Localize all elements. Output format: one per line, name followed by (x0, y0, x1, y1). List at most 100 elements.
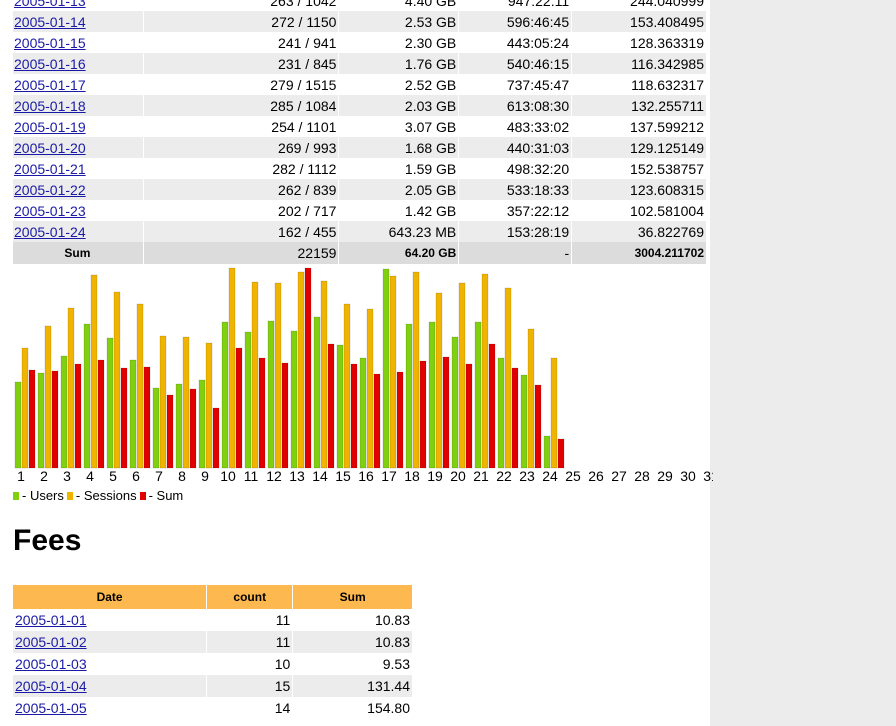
bar-sum-6 (143, 366, 151, 469)
fees-header-count[interactable]: count (206, 585, 294, 609)
bar-sum-7 (166, 394, 174, 469)
legend-sum-swatch (139, 491, 146, 500)
stats-row: 2005-01-23 202 / 717 1.42 GB 357:22:12 102.5… (13, 200, 707, 221)
right-sidebar-background (710, 0, 896, 726)
fees-date-link[interactable]: 2005-01-05 (15, 700, 87, 716)
fees-date-link[interactable]: 2005-01-02 (15, 634, 87, 650)
bar-sum-19 (442, 356, 450, 469)
x-tick-label: 30 (680, 468, 696, 484)
fees-table: Date count Sum 2005-01-01 11 10.83 2005-01-… (13, 585, 413, 719)
bar-sum-17 (396, 371, 404, 469)
bar-sessions-18 (412, 271, 420, 469)
bar-sum-24 (557, 438, 565, 469)
users-sessions-cell: 269 / 993 (143, 137, 340, 158)
date-link[interactable]: 2005-01-16 (14, 56, 86, 72)
bar-sessions-20 (458, 282, 466, 469)
date-link[interactable]: 2005-01-21 (14, 161, 86, 177)
bar-sum-2 (51, 370, 59, 469)
bar-users-24 (543, 435, 551, 469)
traffic-cell: 643.23 MB (338, 221, 460, 242)
bar-users-15 (336, 344, 344, 469)
x-tick-label: 27 (611, 468, 627, 484)
bar-sessions-3 (67, 307, 75, 469)
date-link[interactable]: 2005-01-22 (14, 182, 86, 198)
stats-row: 2005-01-19 254 / 1101 3.07 GB 483:33:02 137.… (13, 116, 707, 137)
bar-users-1 (14, 381, 22, 469)
stats-date-cell: 2005-01-13 (13, 0, 144, 11)
x-tick-label: 21 (473, 468, 489, 484)
traffic-cell: 2.05 GB (338, 179, 460, 200)
bar-sessions-21 (481, 273, 489, 469)
stats-row: 2005-01-20 269 / 993 1.68 GB 440:31:03 129.1… (13, 137, 707, 158)
bar-sessions-22 (504, 287, 512, 469)
bar-sessions-2 (44, 325, 52, 469)
legend-users-swatch (13, 491, 19, 500)
bar-sum-22 (511, 367, 519, 469)
bar-sessions-4 (90, 274, 98, 469)
bar-sessions-16 (366, 308, 374, 469)
users-sessions-cell: 254 / 1101 (143, 116, 340, 137)
bar-users-4 (83, 323, 91, 469)
time-cell: 440:31:03 (458, 137, 573, 158)
fees-sum-cell: 10.83 (292, 609, 413, 631)
x-tick-label: 31 (703, 468, 713, 484)
date-link[interactable]: 2005-01-23 (14, 203, 86, 219)
bar-sessions-14 (320, 280, 328, 469)
time-cell: 533:18:33 (458, 179, 573, 200)
date-link[interactable]: 2005-01-20 (14, 140, 86, 156)
fees-date-cell: 2005-01-04 (13, 675, 208, 697)
x-tick-label: 25 (565, 468, 581, 484)
bar-sum-12 (281, 362, 289, 469)
bar-sum-8 (189, 388, 197, 469)
bar-users-20 (451, 336, 459, 469)
bar-sessions-12 (274, 282, 282, 469)
fees-date-cell: 2005-01-03 (13, 653, 208, 675)
fees-count-cell: 14 (206, 697, 294, 719)
stats-date-cell: 2005-01-23 (13, 200, 144, 221)
date-link[interactable]: 2005-01-15 (14, 35, 86, 51)
x-tick-label: 12 (266, 468, 282, 484)
legend-users-label: - Users (22, 488, 64, 503)
traffic-cell: 1.68 GB (338, 137, 460, 158)
fees-date-link[interactable]: 2005-01-04 (15, 678, 87, 694)
sum-users-sessions: 22159 (143, 242, 340, 264)
fees-heading: Fees (13, 524, 82, 557)
bar-users-17 (382, 268, 390, 469)
date-link[interactable]: 2005-01-17 (14, 77, 86, 93)
x-tick-label: 14 (312, 468, 328, 484)
x-tick-label: 26 (588, 468, 604, 484)
bar-sessions-10 (228, 267, 236, 469)
stats-date-cell: 2005-01-24 (13, 221, 144, 242)
fees-header-sum[interactable]: Sum (292, 585, 413, 609)
stats-sum-row: Sum 22159 64.20 GB -3004.211702 (13, 242, 707, 264)
daily-bar-chart: 1 2 3 4 5 6 7 8 9 10 11 12 13 14 15 16 17 18 19 20 21 22 23 24 2… (14, 267, 713, 484)
users-sessions-cell: 231 / 845 (143, 53, 340, 74)
bar-sum-21 (488, 343, 496, 469)
sum-label: Sum (13, 242, 144, 264)
stats-row: 2005-01-14 272 / 1150 2.53 GB 596:46:45 153.… (13, 11, 707, 32)
bar-users-2 (37, 372, 45, 469)
x-tick-label: 16 (358, 468, 374, 484)
traffic-cell: 2.52 GB (338, 74, 460, 95)
date-link[interactable]: 2005-01-14 (14, 14, 86, 30)
x-tick-label: 29 (657, 468, 673, 484)
bar-sessions-7 (159, 335, 167, 469)
fees-date-link[interactable]: 2005-01-01 (15, 612, 87, 628)
chart-legend: - Users - Sessions - Sum (13, 488, 183, 503)
stats-row: 2005-01-22 262 / 839 2.05 GB 533:18:33 123.6… (13, 179, 707, 200)
traffic-cell: 2.03 GB (338, 95, 460, 116)
x-tick-label: 22 (496, 468, 512, 484)
date-link[interactable]: 2005-01-19 (14, 119, 86, 135)
fees-header-date[interactable]: Date (13, 585, 208, 609)
bar-sessions-8 (182, 336, 190, 469)
stats-row: 2005-01-13 263 / 1042 4.40 GB 947:22:11 244.… (13, 0, 707, 11)
bar-users-7 (152, 387, 160, 469)
date-link[interactable]: 2005-01-13 (14, 0, 86, 9)
bar-users-3 (60, 355, 68, 469)
fees-date-link[interactable]: 2005-01-03 (15, 656, 87, 672)
date-link[interactable]: 2005-01-24 (14, 224, 86, 240)
sum-cell: 132.255711 (571, 95, 707, 116)
fees-sum-cell: 131.44 (292, 675, 413, 697)
users-sessions-cell: 202 / 717 (143, 200, 340, 221)
date-link[interactable]: 2005-01-18 (14, 98, 86, 114)
